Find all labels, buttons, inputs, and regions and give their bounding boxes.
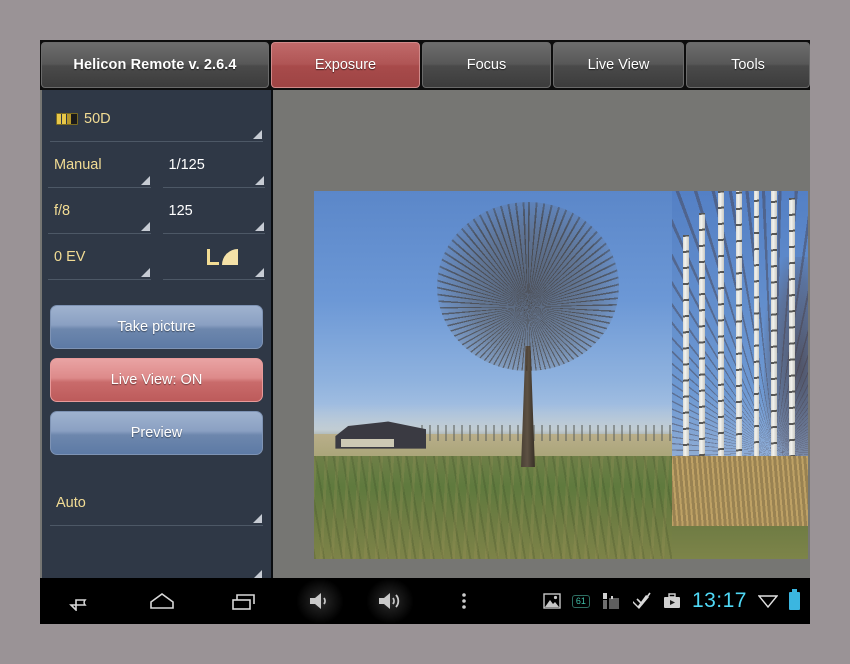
preview-button[interactable]: Preview <box>50 411 263 455</box>
recents-button[interactable] <box>220 578 268 624</box>
status-badge[interactable]: 61 <box>571 594 590 608</box>
ev-metering-row: 0 EV <box>42 234 271 280</box>
tab-exposure[interactable]: Exposure <box>271 42 420 88</box>
app-title: Helicon Remote v. 2.6.4 <box>41 42 269 88</box>
mode-shutter-row: Manual 1/125 <box>42 142 271 188</box>
photo-birch-trunk <box>753 191 760 493</box>
tab-live-view-label: Live View <box>587 57 650 73</box>
app-title-label: Helicon Remote v. 2.6.4 <box>73 57 237 73</box>
photo-distant-treeline <box>421 424 716 442</box>
preview-label: Preview <box>130 425 183 441</box>
tab-exposure-label: Exposure <box>314 57 377 73</box>
photo-foreground-grass <box>672 525 808 559</box>
iso-selector[interactable]: 125 <box>162 188 265 234</box>
photo-birch-trunk <box>771 191 777 493</box>
photo-dry-reeds <box>672 455 808 530</box>
status-clock: 13:17 <box>691 589 747 612</box>
tab-tools[interactable]: Tools <box>686 42 810 88</box>
overflow-menu-button[interactable] <box>440 578 488 624</box>
tab-focus[interactable]: Focus <box>422 42 551 88</box>
volume-down-icon <box>310 593 326 609</box>
aperture-iso-row: f/8 125 <box>42 188 271 234</box>
photo-birch-trunk <box>698 213 705 493</box>
shooting-mode-label: Manual <box>54 156 102 173</box>
tab-focus-label: Focus <box>466 57 507 73</box>
image-icon[interactable] <box>543 593 561 609</box>
extra-selector[interactable] <box>50 526 263 582</box>
photo-barn-wall <box>340 439 395 447</box>
top-tab-bar: Helicon Remote v. 2.6.4 Exposure Focus L… <box>40 40 810 90</box>
shooting-mode-selector[interactable]: Manual <box>48 142 151 188</box>
usb-device-icon[interactable] <box>601 592 621 610</box>
tablet-screen: Helicon Remote v. 2.6.4 Exposure Focus L… <box>40 40 810 624</box>
camera-model-label: 50D <box>84 110 111 127</box>
exposure-compensation-label: 0 EV <box>54 248 86 265</box>
take-picture-button[interactable]: Take picture <box>50 305 263 349</box>
take-picture-label: Take picture <box>117 319 196 335</box>
tab-live-view[interactable]: Live View <box>553 42 684 88</box>
photo-birch-trunk <box>683 235 689 493</box>
aperture-label: f/8 <box>54 202 71 219</box>
metering-mode-selector[interactable] <box>162 234 265 280</box>
status-icon-tray: 61 13:17 <box>543 589 810 613</box>
live-view-toggle-label: Live View: ON <box>110 372 203 388</box>
battery-icon[interactable] <box>789 589 800 610</box>
overflow-menu-icon <box>462 593 466 609</box>
metering-mode-icon <box>206 247 241 267</box>
home-button[interactable] <box>138 578 186 624</box>
battery-level-icon <box>56 112 78 125</box>
aperture-selector[interactable]: f/8 <box>48 188 151 234</box>
live-view-viewport[interactable] <box>273 90 808 618</box>
volume-up-button[interactable] <box>366 578 414 624</box>
camera-bag-icon[interactable] <box>663 592 681 610</box>
photo-birch-trunk <box>736 191 742 494</box>
volume-down-button[interactable] <box>296 578 344 624</box>
photo-birch-trunk <box>718 191 724 493</box>
shutter-speed-selector[interactable]: 1/125 <box>162 142 265 188</box>
photo-birch-grove <box>672 191 808 559</box>
wifi-icon[interactable] <box>758 593 778 609</box>
photo-birch-trunk <box>788 198 795 494</box>
white-balance-selector[interactable]: Auto <box>50 480 263 526</box>
double-check-icon[interactable] <box>632 592 652 610</box>
tab-tools-label: Tools <box>731 57 765 73</box>
android-navigation-bar: 61 13:17 <box>40 578 810 624</box>
white-balance-label: Auto <box>56 494 86 511</box>
recents-icon <box>232 594 255 610</box>
camera-selector[interactable]: 50D <box>50 96 263 142</box>
shutter-speed-label: 1/125 <box>168 156 205 173</box>
back-button[interactable] <box>56 578 104 624</box>
exposure-sidebar: 50D Manual 1/125 f/8 125 0 EV Take pictu… <box>42 90 273 618</box>
home-icon <box>150 593 174 609</box>
volume-up-icon <box>379 593 400 609</box>
back-icon <box>69 599 87 611</box>
exposure-compensation-selector[interactable]: 0 EV <box>48 234 151 280</box>
live-view-toggle-button[interactable]: Live View: ON <box>50 358 263 402</box>
photo-oak-canopy <box>437 202 619 372</box>
iso-label: 125 <box>168 202 193 219</box>
live-view-image <box>314 191 808 559</box>
